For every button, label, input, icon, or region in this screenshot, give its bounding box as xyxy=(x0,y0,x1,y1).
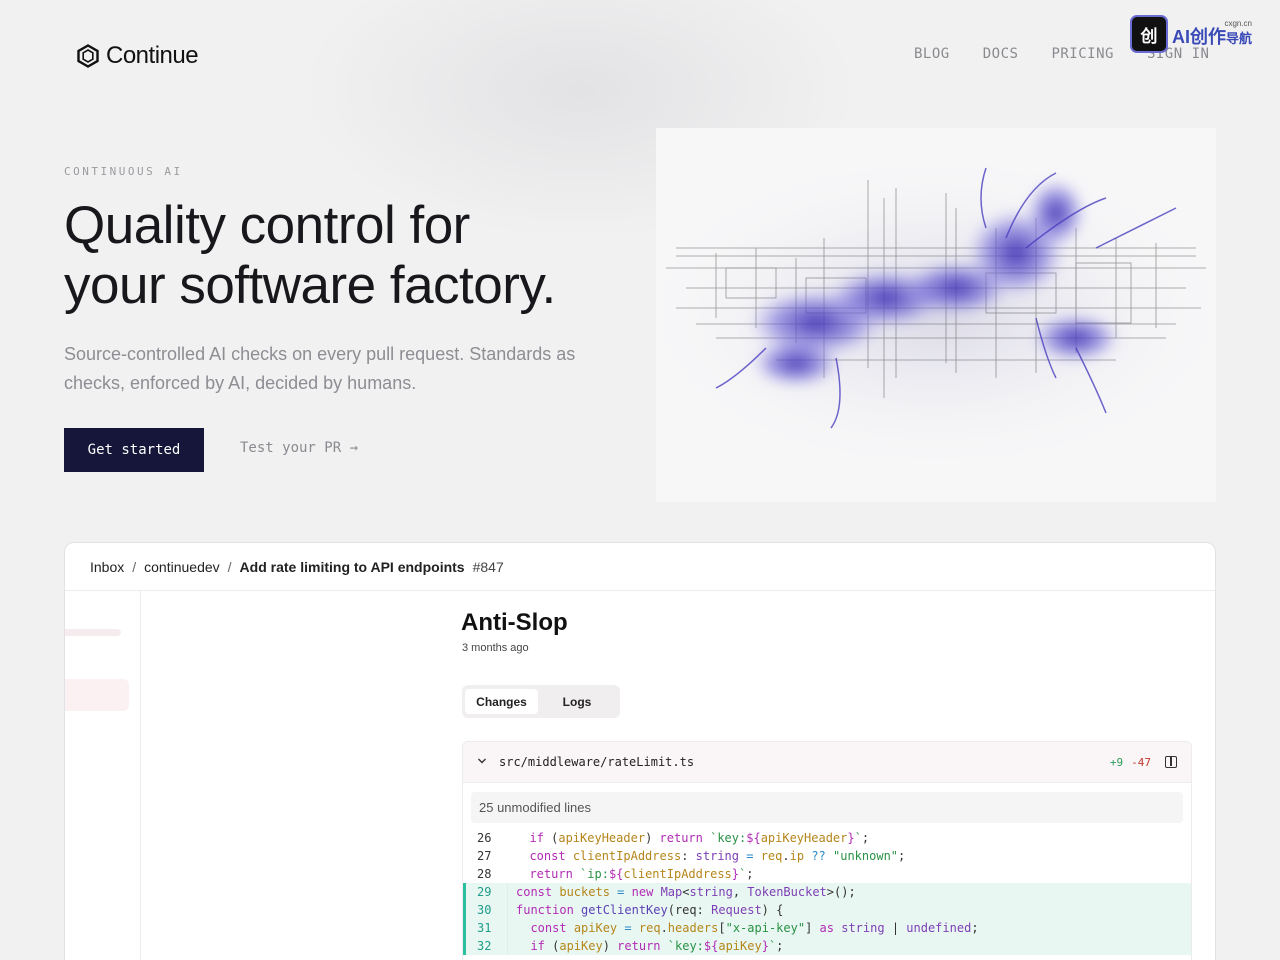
line-number: 28 xyxy=(477,867,492,881)
logo-text: Continue xyxy=(106,42,199,69)
badge-sub: 导航 xyxy=(1226,31,1253,46)
headline-line-1: Quality control for xyxy=(64,196,470,255)
code-line-added: 29 const buckets = new Map<string, TokenB… xyxy=(463,883,1191,901)
logo[interactable]: Continue xyxy=(76,42,199,70)
line-number: 31 xyxy=(463,919,507,937)
pr-review-panel: Inbox / continuedev / Add rate limiting … xyxy=(64,542,1216,960)
code-lines: 26 if (apiKeyHeader) return `key:${apiKe… xyxy=(463,829,1191,955)
line-code: if (apiKeyHeader) return `key:${apiKeyHe… xyxy=(529,831,870,845)
hero-illustration xyxy=(656,128,1216,502)
line-code: function getClientKey(req: Request) { xyxy=(507,901,783,919)
badge-text: AI创作 xyxy=(1172,27,1226,47)
sidebar-item-selected[interactable] xyxy=(65,679,129,711)
code-line-added: 30 function getClientKey(req: Request) { xyxy=(463,901,1191,919)
check-title: Anti-Slop xyxy=(461,609,568,636)
file-diff: src/middleware/rateLimit.ts +9 -47 25 un… xyxy=(462,741,1192,960)
line-number: 27 xyxy=(477,849,492,863)
breadcrumb-repo[interactable]: continuedev xyxy=(144,559,220,575)
watermark-badge[interactable]: 创 cxgn.cn AI创作导航 xyxy=(1130,15,1252,53)
tab-changes[interactable]: Changes xyxy=(465,689,538,714)
test-pr-link[interactable]: Test your PR → xyxy=(240,440,358,456)
hero-subtitle: Source-controlled AI checks on every pul… xyxy=(64,344,576,393)
deletions-count: -47 xyxy=(1131,755,1151,769)
diff-header: src/middleware/rateLimit.ts +9 -47 xyxy=(463,742,1191,783)
line-number: 30 xyxy=(463,901,507,919)
line-number: 26 xyxy=(477,831,492,845)
line-number: 32 xyxy=(463,937,507,955)
headline-line-2: your software factory. xyxy=(64,256,556,315)
diff-filename: src/middleware/rateLimit.ts xyxy=(499,755,695,769)
hero-headline: Quality control for your software factor… xyxy=(64,196,624,316)
checks-sidebar xyxy=(65,591,141,960)
check-timestamp: 3 months ago xyxy=(462,642,529,654)
hero-eyebrow: CONTINUOUS AI xyxy=(64,165,183,178)
breadcrumb: Inbox / continuedev / Add rate limiting … xyxy=(65,543,1215,591)
nav-docs[interactable]: DOCS xyxy=(983,46,1019,62)
nav-pricing[interactable]: PRICING xyxy=(1051,46,1114,62)
line-number: 29 xyxy=(463,883,507,901)
breadcrumb-inbox[interactable]: Inbox xyxy=(90,559,124,575)
pr-number: #847 xyxy=(472,558,504,575)
line-code: const apiKey = req.headers["x-api-key"] … xyxy=(507,919,979,937)
code-line-added: 32 if (apiKey) return `key:${apiKey}`; xyxy=(463,937,1191,955)
line-code: return `ip:${clientIpAddress}`; xyxy=(529,867,754,881)
view-tabs: Changes Logs xyxy=(462,685,620,718)
split-view-icon[interactable] xyxy=(1165,756,1177,768)
sidebar-placeholder-bar xyxy=(65,629,121,636)
breadcrumb-separator: / xyxy=(227,558,232,575)
code-line: 26 if (apiKeyHeader) return `key:${apiKe… xyxy=(463,829,1191,847)
line-code: const buckets = new Map<string, TokenBuc… xyxy=(507,883,856,901)
tab-logs[interactable]: Logs xyxy=(538,689,616,714)
badge-logo-icon: 创 xyxy=(1130,15,1168,53)
hexagon-logo-icon xyxy=(77,44,99,68)
circuit-ink-graphic xyxy=(656,163,1216,463)
additions-count: +9 xyxy=(1109,755,1124,769)
chevron-down-icon[interactable] xyxy=(477,755,489,769)
code-line-added: 31 const apiKey = req.headers["x-api-key… xyxy=(463,919,1191,937)
code-line: 27 const clientIpAddress: string = req.i… xyxy=(463,847,1191,865)
breadcrumb-pr-title: Add rate limiting to API endpoints xyxy=(239,558,465,575)
line-code: const clientIpAddress: string = req.ip ?… xyxy=(529,849,906,863)
line-code: if (apiKey) return `key:${apiKey}`; xyxy=(507,937,783,955)
breadcrumb-separator: / xyxy=(132,558,137,575)
unmodified-lines-toggle[interactable]: 25 unmodified lines xyxy=(471,792,1183,823)
get-started-button[interactable]: Get started xyxy=(64,428,204,472)
nav-blog[interactable]: BLOG xyxy=(914,46,950,62)
code-line: 28 return `ip:${clientIpAddress}`; xyxy=(463,865,1191,883)
